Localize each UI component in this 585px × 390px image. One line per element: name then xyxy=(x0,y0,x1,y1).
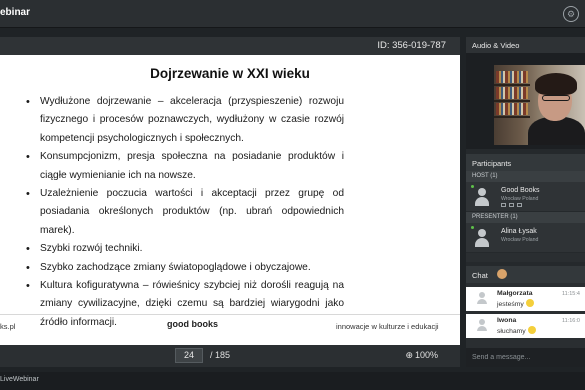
top-bar: ebinar ⚙ xyxy=(0,0,585,28)
logo-text: good books xyxy=(167,319,218,329)
slide-bullet: Wydłużone dojrzewanie – akceleracja (prz… xyxy=(26,93,344,148)
message-text: jesteśmy xyxy=(497,301,524,308)
participant-location: Wrocław Poland xyxy=(501,196,539,202)
audio-video-title: Audio & Video xyxy=(472,41,520,50)
chat-user-avatar xyxy=(497,269,507,279)
presenter-hair xyxy=(535,73,577,95)
message-text: słuchamy xyxy=(497,328,526,335)
chat-message: Iwona słuchamy 11:16:0 xyxy=(466,314,585,338)
participant-presenter[interactable]: Alina Łysak Wrocław Poland xyxy=(466,223,585,253)
chat-message-input[interactable] xyxy=(472,352,580,363)
message-author: Iwona xyxy=(497,317,517,324)
message-author: Małgorzata xyxy=(497,290,533,297)
avatar xyxy=(477,319,487,331)
bookshelf xyxy=(496,87,528,99)
avatar xyxy=(474,188,490,206)
avatar xyxy=(474,229,490,247)
presenter-body xyxy=(528,117,585,145)
participants-panel: Participants HOST (1) Good Books Wrocław… xyxy=(466,154,585,262)
slide-bullet: Konsumpcjonizm, presja społeczna na posi… xyxy=(26,148,344,185)
message-time: 11:15:4 xyxy=(562,291,580,297)
screen-icon xyxy=(501,203,506,207)
page-number-input[interactable]: 24 xyxy=(175,348,203,363)
good-books-logo: good books xyxy=(167,319,218,329)
settings-icon[interactable]: ⚙ xyxy=(563,6,579,22)
camera-icon xyxy=(509,203,514,207)
participant-location: Wrocław Poland xyxy=(501,237,539,243)
presentation-stage: ID: 356-019-787 Dojrzewanie w XXI wieku … xyxy=(0,37,460,367)
chat-message: Małgorzata jesteśmy 11:15:4 xyxy=(466,287,585,311)
participants-title: Participants xyxy=(472,159,512,168)
chat-header: Chat xyxy=(466,266,585,283)
slide-bullet: Szybko zachodzące zmiany światopoglądowe… xyxy=(26,259,344,278)
message-text-wrap: jesteśmy xyxy=(497,299,534,308)
zoom-icon[interactable]: ⊕ xyxy=(405,350,413,361)
bookshelf xyxy=(496,71,528,83)
participants-header: Participants xyxy=(466,154,585,171)
footer-brand: LiveWebinar xyxy=(0,376,39,383)
top-icons: ⚙ xyxy=(563,6,579,22)
shelf-line xyxy=(494,84,530,86)
slide-bullet: Uzależnienie poczucia wartości i akcepta… xyxy=(26,185,344,240)
shelf-line xyxy=(494,100,530,102)
slide-title: Dojrzewanie w XXI wieku xyxy=(150,66,310,81)
participant-name: Alina Łysak xyxy=(501,228,537,235)
slide-pager: 24 / 185 ⊕ 100% xyxy=(0,345,460,367)
presentation-slide: Dojrzewanie w XXI wieku Wydłużone dojrze… xyxy=(0,55,460,345)
participant-host[interactable]: Good Books Wrocław Poland xyxy=(466,182,585,212)
chat-input-area xyxy=(466,348,585,367)
bottom-bar: LiveWebinar xyxy=(0,372,585,390)
slide-footer: ks.pl good books innowacje w kulturze i … xyxy=(0,314,460,338)
message-text-wrap: słuchamy xyxy=(497,326,536,335)
chat-panel: Chat Małgorzata jesteśmy 11:15:4 Iwona s… xyxy=(466,266,585,367)
participant-name: Good Books xyxy=(501,187,540,194)
bookshelf xyxy=(496,103,528,115)
smile-emoji-icon xyxy=(525,299,534,307)
presenter-video[interactable] xyxy=(494,65,585,145)
zoom-level[interactable]: 100% xyxy=(415,350,438,360)
presenter-glasses xyxy=(542,95,570,101)
slide-footer-url: ks.pl xyxy=(0,322,16,331)
presenter-group-label: PRESENTER (1) xyxy=(466,212,585,223)
avatar xyxy=(477,292,487,304)
chat-title: Chat xyxy=(472,271,488,280)
room-id: ID: 356-019-787 xyxy=(377,40,446,51)
thumbs-up-emoji-icon xyxy=(527,326,536,334)
app-title: ebinar xyxy=(0,7,31,18)
participant-device-icons xyxy=(501,203,522,207)
host-group-label: HOST (1) xyxy=(466,171,585,182)
message-time: 11:16:0 xyxy=(562,318,580,324)
shelf-line xyxy=(494,116,530,118)
audio-video-header: Audio & Video xyxy=(466,37,585,53)
page-total: / 185 xyxy=(210,350,231,360)
sidebar: Audio & Video Participants HOST (1) Good… xyxy=(466,37,585,367)
mic-icon xyxy=(517,203,522,207)
slide-footer-tagline: innowacje w kulturze i edukacji xyxy=(336,322,439,331)
slide-bullets: Wydłużone dojrzewanie – akceleracja (prz… xyxy=(26,93,344,332)
slide-bullet: Szybki rozwój techniki. xyxy=(26,240,344,259)
audio-video-panel xyxy=(466,53,585,149)
room-id-bar: ID: 356-019-787 xyxy=(0,37,460,55)
